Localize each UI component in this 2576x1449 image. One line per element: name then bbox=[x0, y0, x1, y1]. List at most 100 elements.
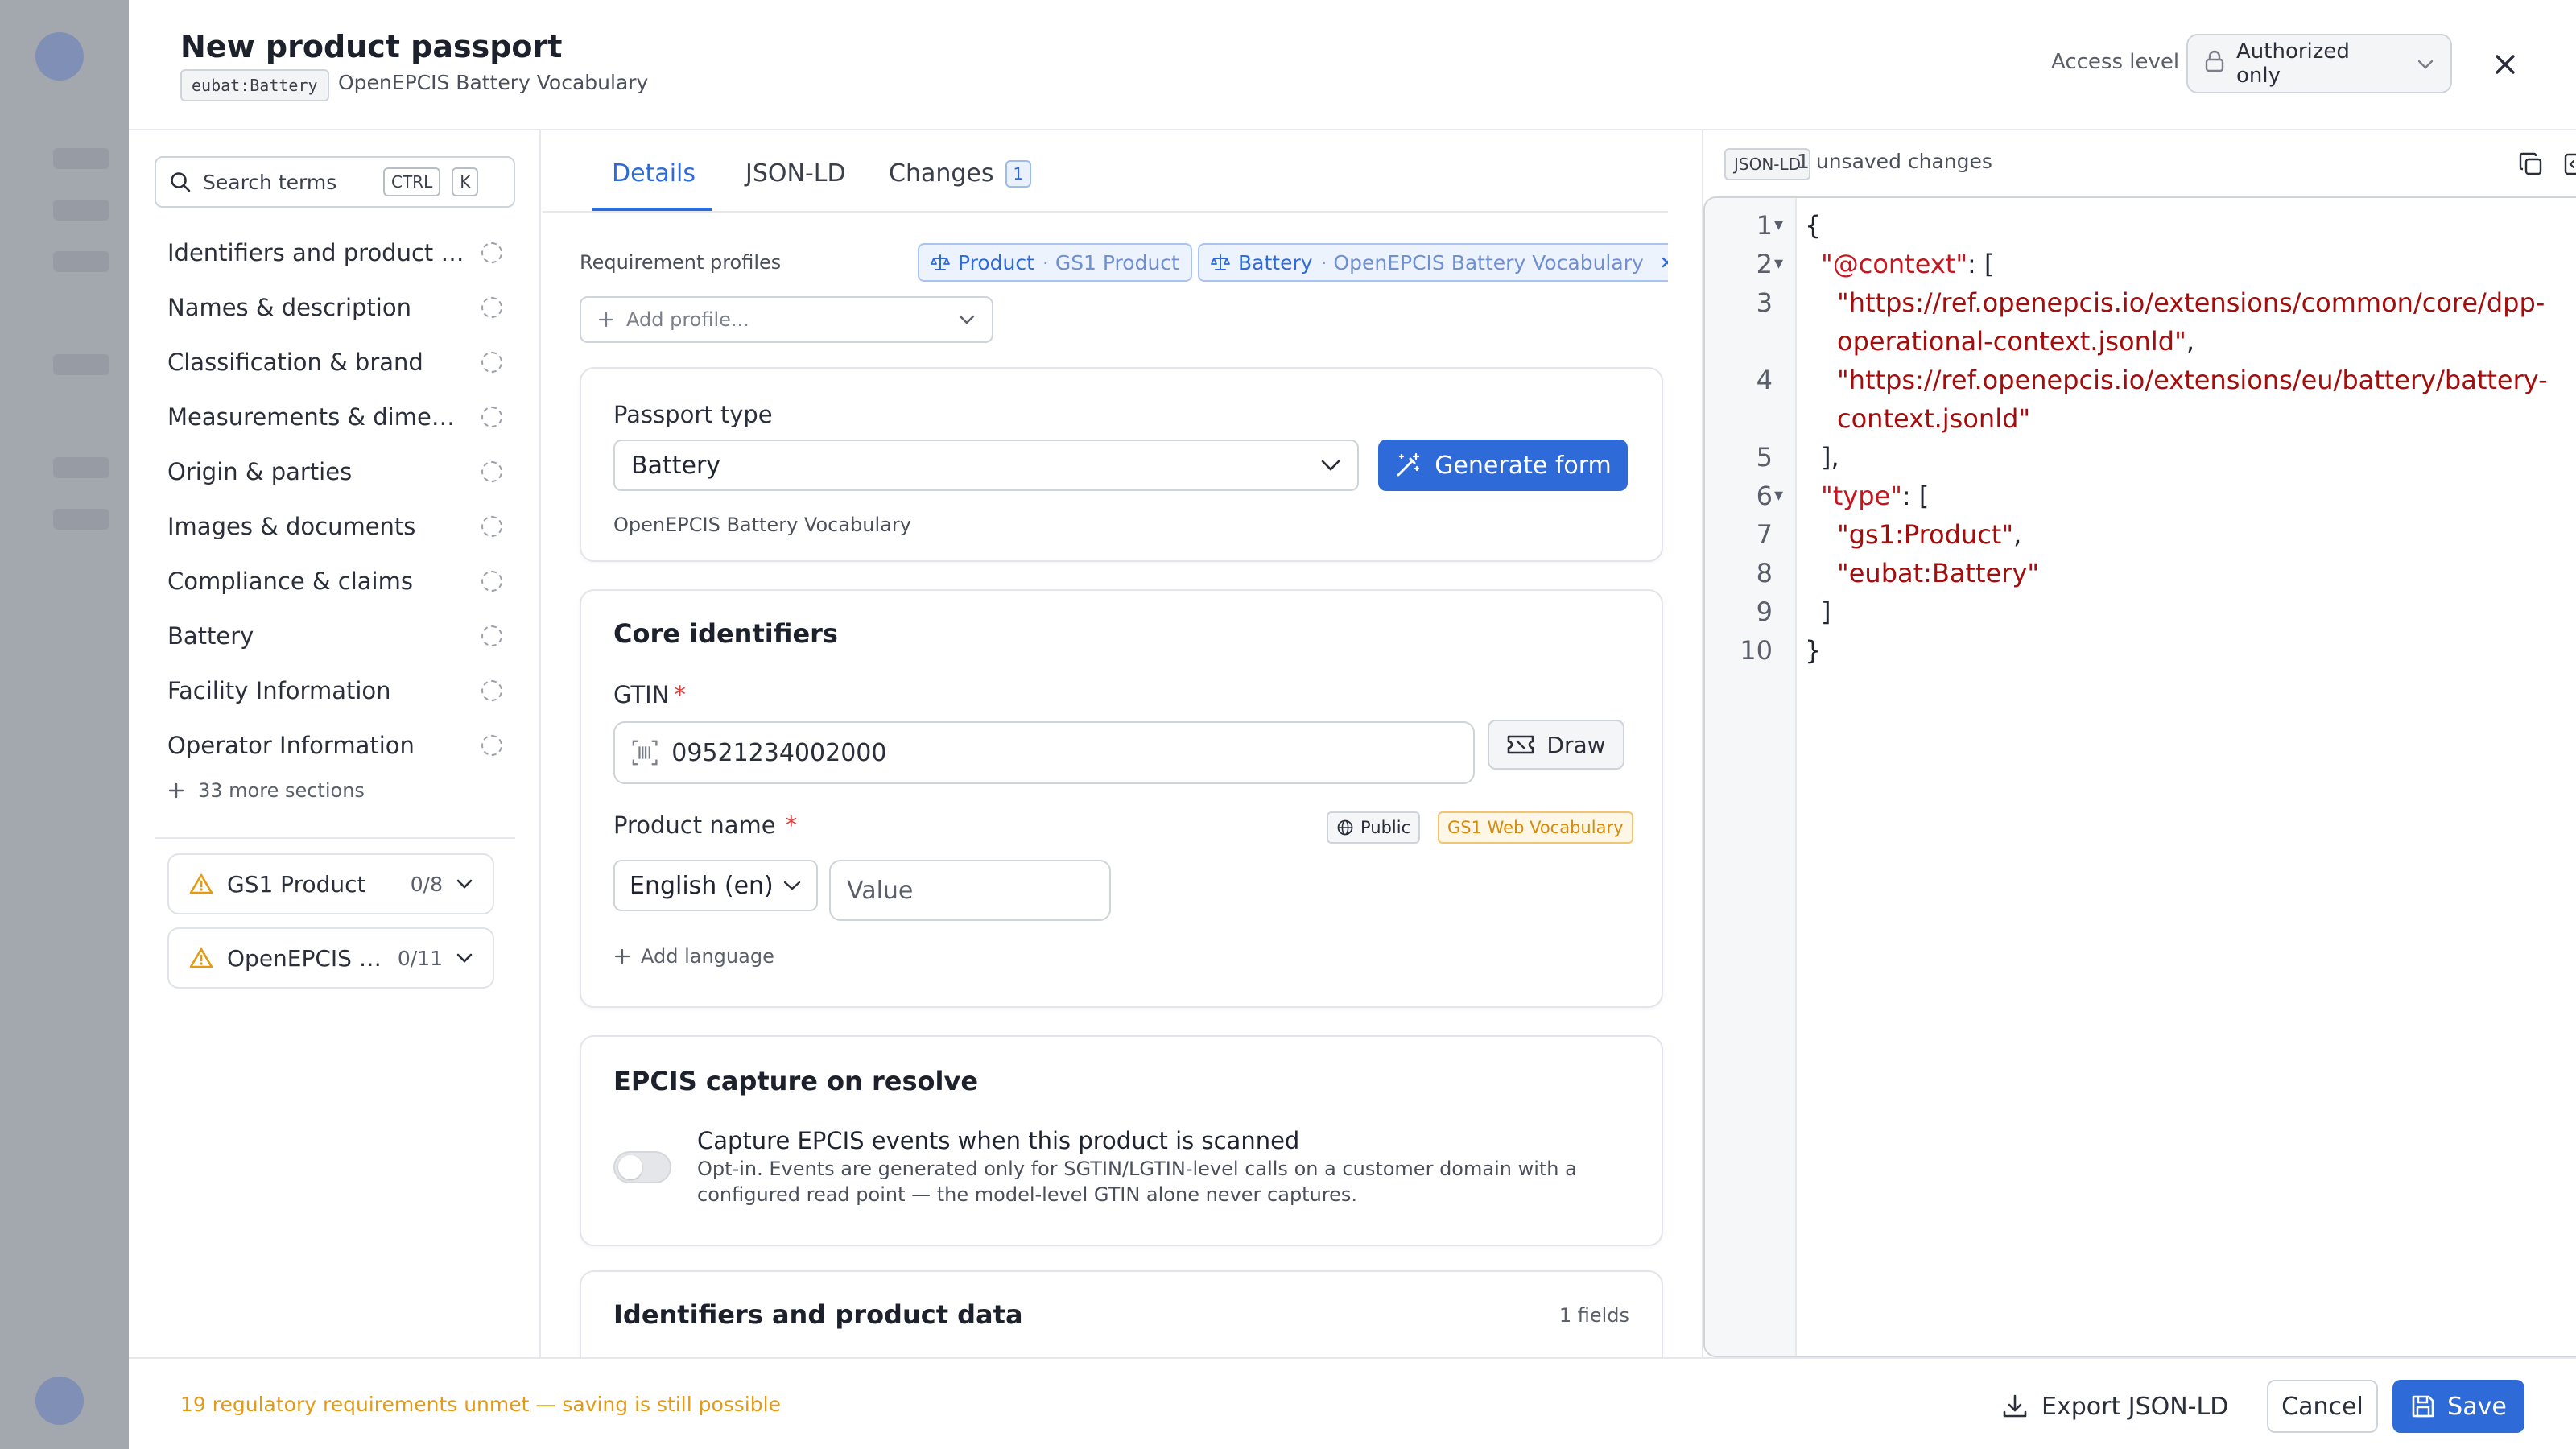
generate-form-label: Generate form bbox=[1435, 451, 1612, 480]
ticket-icon bbox=[1508, 735, 1534, 754]
status-pending-icon bbox=[481, 735, 502, 756]
requirements-warning: 19 regulatory requirements unmet — savin… bbox=[180, 1393, 781, 1416]
identifiers-section-title: Identifiers and product data bbox=[613, 1299, 1023, 1330]
generate-form-button[interactable]: Generate form bbox=[1378, 440, 1628, 491]
sidebar-item-identifiers[interactable]: Identifiers and product data bbox=[129, 225, 541, 280]
status-pending-icon bbox=[481, 297, 502, 318]
sidebar-item-classification[interactable]: Classification & brand bbox=[129, 335, 541, 390]
json-string: "https://ref.openepcis.io/extensions/eu/… bbox=[1837, 365, 2548, 434]
chevron-down-icon bbox=[1321, 460, 1340, 471]
epcis-toggle-title: Capture EPCIS events when this product i… bbox=[697, 1127, 1300, 1154]
gtin-field[interactable] bbox=[613, 721, 1475, 784]
add-profile-placeholder: Add profile... bbox=[626, 308, 749, 331]
copy-button[interactable] bbox=[2513, 147, 2549, 182]
gtin-label-text: GTIN bbox=[613, 681, 670, 708]
line-number: 5 bbox=[1756, 442, 1773, 473]
sidebar-item-measurements[interactable]: Measurements & dimensions bbox=[129, 390, 541, 444]
passport-type-select[interactable]: Battery bbox=[613, 440, 1359, 491]
status-pending-icon bbox=[481, 571, 502, 592]
json-editor[interactable]: 1 ▾{2 ▾ "@context": [3 "https://ref.openepci… bbox=[1703, 196, 2576, 1357]
access-level-select[interactable]: Authorized only bbox=[2186, 34, 2452, 93]
type-code-chip: eubat:Battery bbox=[180, 69, 329, 101]
draw-button[interactable]: Draw bbox=[1488, 720, 1624, 770]
sidebar-item-label: Compliance & claims bbox=[167, 568, 413, 595]
code-content[interactable]: 1 ▾{2 ▾ "@context": [3 "https://ref.openepci… bbox=[1740, 206, 2570, 670]
line-number: 10 bbox=[1740, 635, 1773, 666]
epcis-capture-title: EPCIS capture on resolve bbox=[613, 1066, 979, 1096]
backdrop-nav-line bbox=[53, 509, 109, 530]
passport-type-value: Battery bbox=[631, 451, 721, 480]
more-sections-button[interactable]: 33 more sections bbox=[167, 779, 365, 802]
line-number: 9 bbox=[1756, 597, 1773, 627]
add-profile-select[interactable]: Add profile... bbox=[580, 296, 993, 343]
sidebar-item-facility[interactable]: Facility Information bbox=[129, 663, 541, 718]
passport-type-label: Passport type bbox=[613, 401, 773, 428]
fields-count: 1 fields bbox=[1558, 1304, 1629, 1327]
tab-details[interactable]: Details bbox=[612, 159, 696, 188]
chevron-down-icon bbox=[456, 953, 473, 963]
line-number: 8 bbox=[1756, 558, 1773, 588]
backdrop-logo bbox=[35, 32, 84, 80]
profile-status-gs1[interactable]: GS1 Product 0/8 bbox=[167, 853, 494, 914]
requirement-chip-product[interactable]: Product · GS1 Product bbox=[918, 243, 1192, 282]
json-punctuation: ] bbox=[1821, 597, 1831, 627]
sidebar-item-label: Facility Information bbox=[167, 677, 391, 704]
toggle-panel-button[interactable] bbox=[2558, 147, 2576, 182]
sidebar-item-compliance[interactable]: Compliance & claims bbox=[129, 554, 541, 609]
json-string: "eubat:Battery" bbox=[1837, 558, 2040, 588]
sidebar-item-label: Identifiers and product data bbox=[167, 239, 465, 266]
product-name-label: Product name * bbox=[613, 811, 797, 839]
sidebar-item-origin[interactable]: Origin & parties bbox=[129, 444, 541, 499]
backdrop-nav-line bbox=[53, 354, 109, 375]
sidebar-item-label: Names & description bbox=[167, 294, 411, 321]
line-number: 4 bbox=[1756, 365, 1773, 395]
tab-changes[interactable]: Changes 1 bbox=[889, 159, 1032, 188]
requirement-chip-battery[interactable]: Battery · OpenEPCIS Battery Vocabulary bbox=[1198, 243, 1668, 282]
save-button[interactable]: Save bbox=[2392, 1380, 2524, 1433]
profile-status-battery[interactable]: OpenEPCIS Battery Vocabulary 0/11 bbox=[167, 927, 494, 989]
fold-toggle-icon[interactable]: ▾ bbox=[1774, 477, 1783, 515]
code-line: 2 ▾ "@context": [ bbox=[1757, 245, 2570, 283]
sidebar-item-battery[interactable]: Battery bbox=[129, 609, 541, 663]
json-punctuation: { bbox=[1805, 210, 1822, 241]
sidebar-item-images[interactable]: Images & documents bbox=[129, 499, 541, 554]
tab-json-ld[interactable]: JSON-LD bbox=[745, 159, 846, 188]
json-key: "@context" bbox=[1821, 249, 1968, 279]
requirement-chip-name: Product bbox=[958, 250, 1034, 275]
search-box[interactable]: CTRL K bbox=[155, 156, 515, 208]
vocabulary-badge-label: GS1 Web Vocabulary bbox=[1447, 818, 1624, 837]
backdrop-nav-line bbox=[53, 251, 109, 272]
export-json-ld-button[interactable]: Export JSON-LD bbox=[2001, 1380, 2228, 1433]
epcis-capture-card: EPCIS capture on resolve Capture EPCIS e… bbox=[580, 1035, 1663, 1246]
chevron-down-icon bbox=[456, 879, 473, 889]
save-icon bbox=[2412, 1395, 2434, 1418]
sidebar-item-names[interactable]: Names & description bbox=[129, 280, 541, 335]
code-line: 8 "eubat:Battery" bbox=[1757, 554, 2570, 592]
fold-toggle-icon[interactable]: ▾ bbox=[1774, 206, 1783, 245]
cancel-button[interactable]: Cancel bbox=[2267, 1380, 2378, 1433]
fold-toggle-icon[interactable]: ▾ bbox=[1774, 245, 1783, 283]
close-icon bbox=[2496, 55, 2515, 74]
code-line: 5], bbox=[1757, 438, 2570, 477]
gtin-input[interactable] bbox=[671, 738, 1457, 767]
json-punctuation: : [ bbox=[1901, 481, 1930, 511]
add-language-button[interactable]: Add language bbox=[613, 945, 774, 968]
passport-modal: New product passport eubat:Battery OpenE… bbox=[129, 0, 2576, 1449]
product-name-input[interactable] bbox=[847, 876, 1093, 905]
search-icon bbox=[171, 172, 191, 192]
remove-chip-icon[interactable] bbox=[1660, 255, 1668, 270]
json-ld-panel: JSON-LD 1 unsaved changes 1 ▾{2 ▾ "@context… bbox=[1702, 130, 2576, 1357]
plus-icon bbox=[614, 948, 630, 964]
tab-label: JSON-LD bbox=[745, 159, 846, 188]
profile-name: OpenEPCIS Battery Vocabulary bbox=[227, 944, 385, 972]
search-input[interactable] bbox=[203, 170, 372, 194]
language-select[interactable]: English (en) bbox=[613, 860, 818, 911]
status-pending-icon bbox=[481, 625, 502, 646]
epcis-capture-toggle[interactable] bbox=[613, 1151, 671, 1183]
passport-type-hint: OpenEPCIS Battery Vocabulary bbox=[613, 514, 911, 536]
close-button[interactable] bbox=[2483, 42, 2528, 87]
product-name-field[interactable] bbox=[829, 860, 1111, 921]
sidebar-item-label: Classification & brand bbox=[167, 349, 423, 376]
sidebar-item-operator[interactable]: Operator Information bbox=[129, 718, 541, 773]
copy-icon bbox=[2519, 152, 2542, 175]
